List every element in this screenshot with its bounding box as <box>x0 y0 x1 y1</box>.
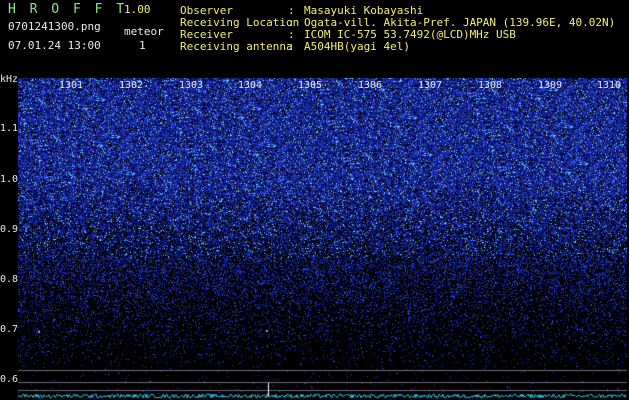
y-tick-label: 1.0 <box>0 174 19 185</box>
x-tick-label: 1309 <box>538 80 563 91</box>
x-tick-label: 1308 <box>478 80 503 91</box>
x-tick-label: 1307 <box>418 80 443 91</box>
x-tick-label: 1303 <box>179 80 204 91</box>
y-tick-label: 0.6 <box>0 374 19 385</box>
info-value: A504HB(yagi 4el) <box>304 40 410 53</box>
info-row-antenna: Receiving antenna: A504HB(yagi 4el) <box>180 41 615 53</box>
app-version: 1.00 <box>124 3 151 16</box>
info-colon: : <box>288 40 295 53</box>
spectrogram-plot <box>18 78 627 400</box>
y-tick-label: 0.8 <box>0 274 19 285</box>
station-info: Observer: Masayuki Kobayashi Receiving Lo… <box>180 5 615 53</box>
y-tick-label: 1.1 <box>0 123 19 134</box>
observation-datetime: 07.01.24 13:00 <box>8 39 101 52</box>
y-axis-unit: kHz <box>0 74 19 85</box>
app-logo: H R O F F T <box>8 2 128 17</box>
x-tick-label: 1304 <box>238 80 263 91</box>
image-filename: 0701241300.png <box>8 20 101 33</box>
x-tick-label: 1310 <box>597 80 622 91</box>
x-tick-label: 1306 <box>358 80 383 91</box>
meteor-count: 1 <box>139 39 146 52</box>
info-key: Receiving antenna <box>180 40 293 53</box>
x-tick-label: 1302 <box>119 80 144 91</box>
spectrogram-canvas <box>18 78 627 400</box>
x-tick-label: 1305 <box>298 80 323 91</box>
meteor-label: meteor <box>124 25 164 38</box>
y-tick-label: 0.7 <box>0 324 19 335</box>
hroft-window: H R O F F T 1.00 0701241300.png meteor 0… <box>0 0 629 400</box>
y-tick-label: 0.9 <box>0 224 19 235</box>
x-tick-label: 1301 <box>59 80 84 91</box>
